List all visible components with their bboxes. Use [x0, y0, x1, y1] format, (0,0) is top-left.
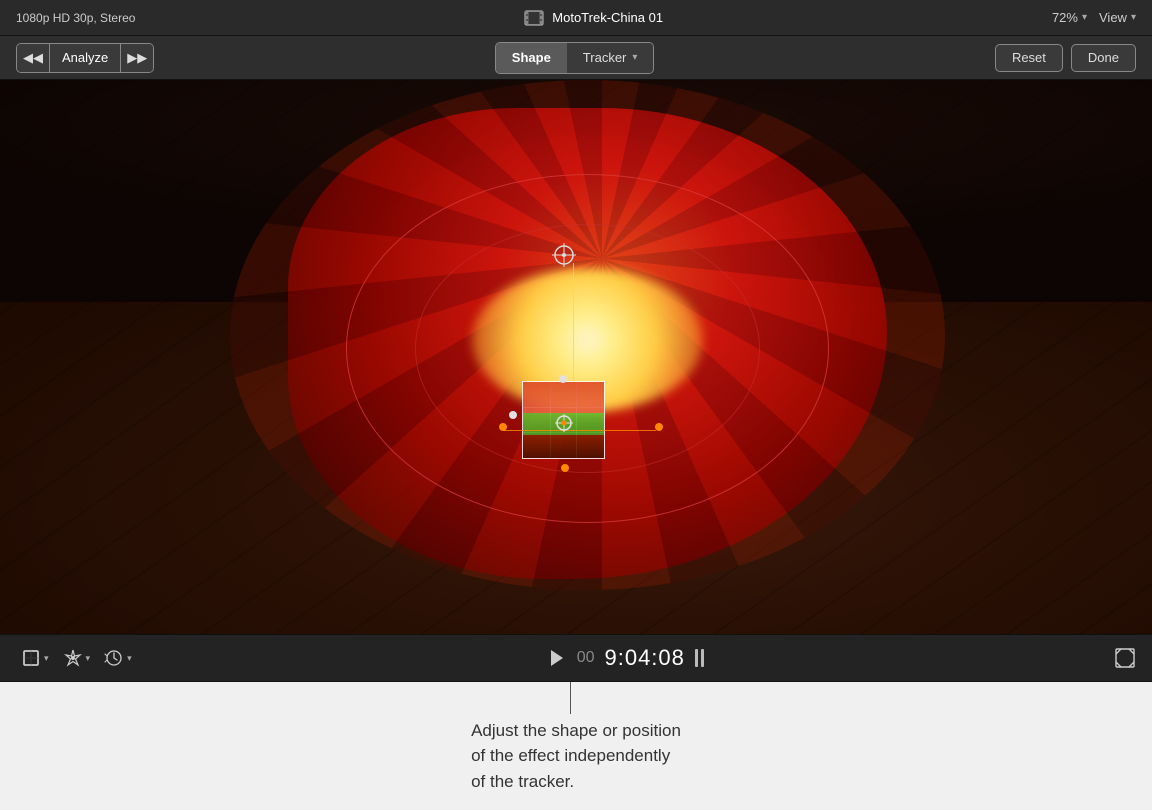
top-bar-controls: 72% ▾ View ▾: [1052, 10, 1136, 25]
preview-bot: [523, 435, 604, 458]
handle-dot-top[interactable]: [559, 375, 567, 383]
playback-tools: ▾ ▾ ▾: [16, 645, 137, 671]
playback-right: [1114, 647, 1136, 669]
view-control[interactable]: View ▾: [1099, 10, 1136, 25]
pause-button[interactable]: [695, 649, 704, 667]
crop-tool-chevron-icon: ▾: [44, 653, 49, 664]
pause-bar-left: [695, 649, 698, 667]
zoom-control[interactable]: 72% ▾: [1052, 10, 1087, 25]
done-button[interactable]: Done: [1071, 44, 1136, 72]
timecode-display: 9:04:08: [604, 645, 684, 671]
toolbar-right: Reset Done: [995, 44, 1136, 72]
top-bar: 1080p HD 30p, Stereo MotoTrek-China 01 7…: [0, 0, 1152, 36]
rewind-button[interactable]: ◀◀: [17, 44, 50, 72]
video-info: 1080p HD 30p, Stereo: [16, 11, 135, 25]
tracker-crosshair[interactable]: [555, 414, 573, 432]
clip-title-area: MotoTrek-China 01: [524, 10, 663, 26]
tracker-box-container[interactable]: [513, 379, 628, 468]
tracker-handle-line: [503, 430, 656, 431]
crop-tool-icon: [21, 648, 41, 668]
playback-bar: ▾ ▾ ▾ 00 9:04:08: [0, 634, 1152, 682]
clip-name: MotoTrek-China 01: [552, 10, 663, 25]
play-icon: [549, 649, 565, 667]
retime-chevron-icon: ▾: [127, 653, 132, 664]
frame-counter: 00: [577, 649, 595, 667]
video-frame: [0, 80, 1152, 634]
tracker-chevron-icon: ▾: [632, 52, 637, 63]
toolbar: ◀◀ Analyze ▶▶ Shape Tracker ▾ Reset Done: [0, 36, 1152, 80]
callout-text: Adjust the shape or position of the effe…: [471, 718, 681, 795]
playback-center: 00 9:04:08: [149, 645, 1102, 671]
fullscreen-icon[interactable]: [1114, 647, 1136, 669]
pause-bar-right: [701, 649, 704, 667]
shape-tab[interactable]: Shape: [496, 43, 567, 73]
handle-dot-right-orange[interactable]: [655, 423, 663, 431]
play-button[interactable]: [547, 648, 567, 668]
retime-tool-button[interactable]: ▾: [99, 645, 137, 671]
crop-tool-button[interactable]: ▾: [16, 645, 54, 671]
callout-area: Adjust the shape or position of the effe…: [0, 682, 1152, 810]
analyze-group: ◀◀ Analyze ▶▶: [16, 43, 154, 73]
analyze-button[interactable]: Analyze: [50, 44, 121, 72]
effects-tool-icon: [63, 648, 83, 668]
effects-chevron-icon: ▾: [86, 653, 91, 664]
callout-connector-line: [570, 682, 571, 714]
effects-tool-button[interactable]: ▾: [58, 645, 96, 671]
film-icon: [524, 10, 544, 26]
zoom-chevron-icon: ▾: [1082, 12, 1087, 23]
shape-tracker-control: Shape Tracker ▾: [495, 42, 655, 74]
connector-line: [573, 263, 574, 390]
toolbar-left: ◀◀ Analyze ▶▶: [16, 43, 154, 73]
forward-button[interactable]: ▶▶: [121, 44, 153, 72]
preview-top: [523, 382, 604, 412]
handle-dot-left[interactable]: [509, 411, 517, 419]
reset-button[interactable]: Reset: [995, 44, 1063, 72]
view-chevron-icon: ▾: [1131, 12, 1136, 23]
retime-tool-icon: [104, 648, 124, 668]
handle-dot-bottom-orange[interactable]: [561, 464, 569, 472]
video-viewer: [0, 80, 1152, 634]
tracker-tab[interactable]: Tracker ▾: [567, 43, 654, 73]
